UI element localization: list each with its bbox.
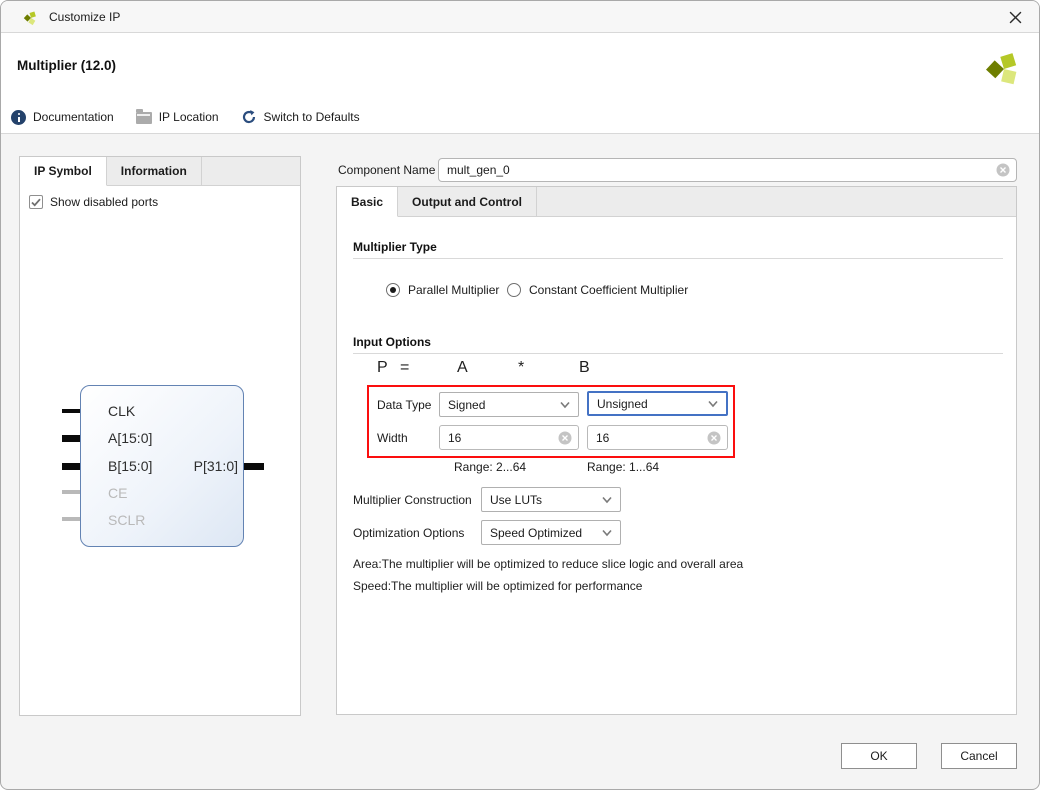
chevron-down-icon [602,529,612,536]
constant-coefficient-label: Constant Coefficient Multiplier [529,283,688,297]
xilinx-logo [984,47,1024,87]
port-stub-sclr [62,517,80,521]
documentation-button[interactable]: Documentation [11,110,114,125]
width-label: Width [377,431,408,445]
radio-constant-coefficient-multiplier[interactable]: Constant Coefficient Multiplier [507,283,688,297]
divider [353,353,1003,354]
component-name-label: Component Name [338,163,435,177]
dialog-header: Multiplier (12.0) Documentation IP Locat… [1,33,1039,134]
divider [353,258,1003,259]
show-disabled-ports-label: Show disabled ports [50,195,158,209]
tab-basic[interactable]: Basic [337,187,398,217]
multiplier-construction-value: Use LUTs [490,493,542,507]
optimization-options-label: Optimization Options [353,526,464,540]
data-type-a-dropdown[interactable]: Signed [439,392,579,417]
radio-icon [507,283,521,297]
component-name-input[interactable]: mult_gen_0 [438,158,1017,182]
expression-p: P [377,359,388,377]
title-bar: Customize IP [1,1,1039,33]
input-options-heading: Input Options [353,335,431,349]
customize-ip-dialog: Customize IP Multiplier (12.0) Documenta… [0,0,1040,790]
multiplier-construction-dropdown[interactable]: Use LUTs [481,487,621,512]
optimization-options-value: Speed Optimized [490,526,582,540]
component-name-value: mult_gen_0 [447,163,510,177]
ip-location-label: IP Location [159,110,219,124]
width-a-input[interactable]: 16 [439,425,579,450]
refresh-icon [241,109,257,125]
tab-information[interactable]: Information [107,157,202,185]
chevron-down-icon [708,400,718,407]
radio-icon [386,283,400,297]
clear-icon[interactable] [996,163,1010,177]
port-stub-p [244,463,264,470]
data-type-b-dropdown[interactable]: Unsigned [587,391,728,416]
port-label-ce: CE [108,483,127,503]
tab-ip-symbol[interactable]: IP Symbol [20,157,107,186]
toolbar: Documentation IP Location Switch to Defa… [11,107,360,127]
range-a-note: Range: 2...64 [454,460,526,474]
show-disabled-ports-checkbox[interactable]: Show disabled ports [29,195,158,209]
switch-to-defaults-label: Switch to Defaults [264,110,360,124]
port-stub-a [62,435,80,442]
port-stub-b [62,463,80,470]
expression-mul: * [518,359,524,377]
area-note: Area:The multiplier will be optimized to… [353,557,743,571]
ok-button[interactable]: OK [841,743,917,769]
checkbox [29,195,43,209]
width-b-value: 16 [596,431,609,445]
width-a-value: 16 [448,431,461,445]
multiplier-type-heading: Multiplier Type [353,240,437,254]
width-b-input[interactable]: 16 [587,425,728,450]
port-stub-ce [62,490,80,494]
parallel-multiplier-label: Parallel Multiplier [408,283,499,297]
close-button[interactable] [1001,5,1029,29]
ip-symbol-panel: IP Symbol Information Show disabled port… [19,156,301,716]
data-type-a-value: Signed [448,398,485,412]
ip-title: Multiplier (12.0) [17,58,116,73]
chevron-down-icon [560,401,570,408]
xilinx-logo-icon [22,8,40,26]
clear-icon[interactable] [558,431,572,445]
clear-icon[interactable] [707,431,721,445]
folder-icon [136,112,152,124]
cancel-button[interactable]: Cancel [941,743,1017,769]
port-label-a: A[15:0] [108,428,152,448]
range-b-note: Range: 1...64 [587,460,659,474]
documentation-label: Documentation [33,110,114,124]
window-title: Customize IP [49,10,120,24]
close-icon [1009,11,1022,24]
ip-location-button[interactable]: IP Location [136,110,219,124]
port-label-b: B[15:0] [108,456,152,476]
optimization-options-dropdown[interactable]: Speed Optimized [481,520,621,545]
data-type-label: Data Type [377,398,431,412]
port-label-clk: CLK [108,401,135,421]
switch-to-defaults-button[interactable]: Switch to Defaults [241,109,360,125]
radio-parallel-multiplier[interactable]: Parallel Multiplier [386,283,499,297]
expression-eq: = [400,359,409,377]
multiplier-construction-label: Multiplier Construction [353,493,472,507]
port-label-p: P[31:0] [178,456,238,476]
port-label-sclr: SCLR [108,510,145,530]
config-tabs: Basic Output and Control [337,187,1016,217]
left-panel-tabs: IP Symbol Information [20,157,300,186]
port-stub-clk [62,409,80,413]
data-type-b-value: Unsigned [597,397,648,411]
expression-b: B [579,359,590,377]
chevron-down-icon [602,496,612,503]
info-icon [11,110,26,125]
tab-output-and-control[interactable]: Output and Control [398,187,537,216]
speed-note: Speed:The multiplier will be optimized f… [353,579,642,593]
config-panel: Basic Output and Control Multiplier Type… [336,186,1017,715]
checkbox-check-icon [31,198,41,207]
expression-a: A [457,359,468,377]
